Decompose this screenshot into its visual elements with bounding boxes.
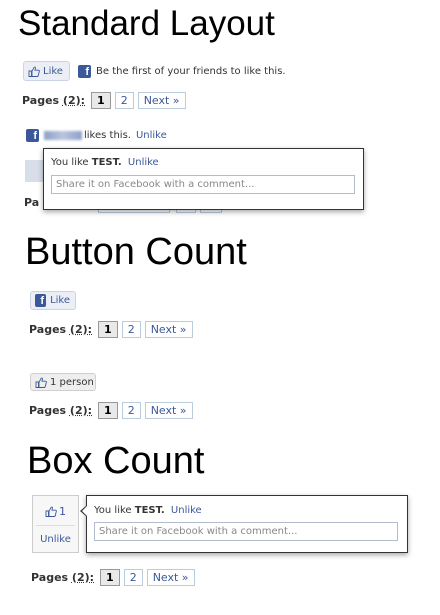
- comment-popup: You like TEST. Unlike Share it on Facebo…: [43, 148, 364, 210]
- pages-label: Pages (2):: [29, 404, 93, 417]
- popup-unlike-link[interactable]: Unlike: [171, 505, 202, 516]
- comment-input[interactable]: Share it on Facebook with a comment...: [94, 522, 398, 541]
- thumbs-up-icon: [28, 66, 40, 77]
- liked-count-button[interactable]: 1 person: [30, 373, 96, 391]
- popup-title: You like TEST. Unlike: [51, 157, 159, 168]
- box-unlike-link[interactable]: Unlike: [33, 534, 78, 545]
- next-page-button[interactable]: Next »: [137, 92, 186, 109]
- pagination-hidden: Pa: [24, 196, 41, 209]
- like-label: Like: [43, 65, 63, 77]
- page-2-button[interactable]: 2: [123, 569, 143, 586]
- facebook-icon: f: [26, 129, 39, 142]
- thumbs-up-icon: [45, 506, 57, 517]
- facebook-icon: f: [78, 65, 91, 78]
- box-count-value: 1: [33, 505, 78, 518]
- like-button[interactable]: Like: [23, 61, 70, 81]
- like-button[interactable]: f Like: [30, 291, 76, 310]
- pages-label: Pages (2):: [22, 94, 86, 107]
- like-label: Like: [50, 295, 70, 306]
- facebook-icon: f: [35, 294, 47, 307]
- box-count-heading: Box Count: [27, 440, 205, 482]
- page-1-button[interactable]: 1: [98, 321, 118, 338]
- blurred-user-name: [44, 131, 82, 140]
- pages-label: Pa: [24, 196, 40, 209]
- comment-popup: You like TEST. Unlike Share it on Facebo…: [86, 495, 408, 553]
- box-count-widget: 1 Unlike: [32, 495, 79, 553]
- page-2-button[interactable]: 2: [121, 402, 141, 419]
- page-1-button[interactable]: 1: [98, 402, 118, 419]
- liked-status: f likes this. Unlike: [26, 129, 167, 142]
- button-count-heading: Button Count: [25, 231, 247, 273]
- pagination: Pages (2): 1 2 Next »: [31, 569, 195, 586]
- person-count-label: 1 person: [50, 376, 94, 388]
- likes-this-text: likes this.: [84, 130, 131, 141]
- page-1-button[interactable]: 1: [91, 92, 111, 109]
- next-page-button[interactable]: Next »: [144, 321, 193, 338]
- pagination: Pages (2): 1 2 Next »: [29, 402, 193, 419]
- standard-layout-heading: Standard Layout: [18, 4, 275, 43]
- pagination: Pages (2): 1 2 Next »: [22, 92, 186, 109]
- unlike-link[interactable]: Unlike: [136, 130, 167, 141]
- comment-input[interactable]: Share it on Facebook with a comment...: [51, 175, 355, 194]
- pages-label: Pages (2):: [29, 323, 93, 336]
- next-page-button[interactable]: Next »: [144, 402, 193, 419]
- pagination: Pages (2): 1 2 Next »: [29, 321, 193, 338]
- thumbs-up-icon: [35, 377, 47, 388]
- first-of-friends-text: Be the first of your friends to like thi…: [96, 66, 286, 77]
- page-2-button[interactable]: 2: [121, 321, 141, 338]
- page-1-button[interactable]: 1: [100, 569, 120, 586]
- page-2-button[interactable]: 2: [114, 92, 134, 109]
- pages-label: Pages (2):: [31, 571, 95, 584]
- profile-thumbnail: [25, 160, 45, 182]
- like-social-text: f Be the first of your friends to like t…: [78, 65, 286, 78]
- popup-pointer-inner: [82, 506, 87, 516]
- next-page-button[interactable]: Next »: [146, 569, 195, 586]
- popup-title: You like TEST. Unlike: [94, 505, 202, 516]
- popup-unlike-link[interactable]: Unlike: [128, 157, 159, 168]
